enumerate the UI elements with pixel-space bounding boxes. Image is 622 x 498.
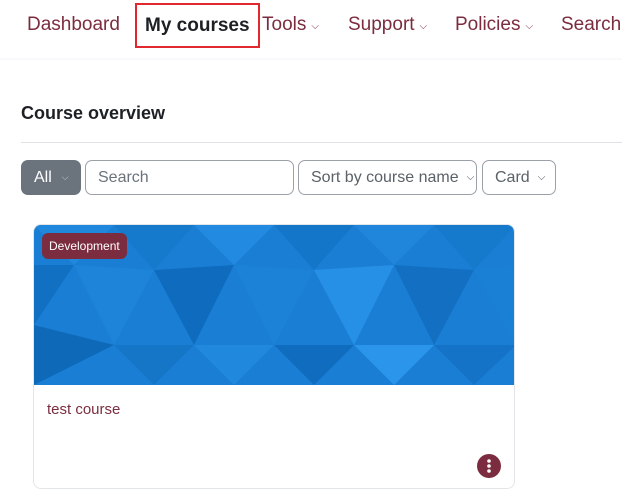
sort-dropdown[interactable]: Sort by course name ⌵ <box>298 160 477 195</box>
view-dropdown[interactable]: Card ⌵ <box>482 160 556 195</box>
course-card[interactable]: Development test course <box>33 224 515 489</box>
course-category-badge: Development <box>42 233 127 259</box>
grouping-filter-dropdown[interactable]: All ⌵ <box>21 160 81 195</box>
chevron-down-icon: ⌵ <box>311 21 319 32</box>
primary-navigation: Dashboard My courses Tools ⌵ Support ⌵ Pol… <box>0 0 622 58</box>
nav-support[interactable]: Support ⌵ <box>348 0 427 50</box>
nav-support-label: Support <box>348 14 415 35</box>
nav-dashboard-label: Dashboard <box>27 14 120 35</box>
chevron-down-icon: ⌵ <box>537 172 546 183</box>
course-search-input[interactable] <box>85 160 294 195</box>
nav-my-courses[interactable]: My courses <box>135 3 260 48</box>
course-overview-block: Course overview All ⌵ Sort by course nam… <box>0 60 622 498</box>
divider <box>21 142 622 143</box>
sort-dropdown-label: Sort by course name <box>311 168 459 186</box>
course-actions-menu-button[interactable] <box>477 454 501 478</box>
nav-search-label: Search <box>561 14 622 35</box>
course-name-link[interactable]: test course <box>47 401 120 418</box>
nav-policies[interactable]: Policies ⌵ <box>455 0 533 50</box>
nav-policies-label: Policies <box>455 14 521 35</box>
chevron-down-icon: ⌵ <box>61 172 69 182</box>
nav-my-courses-label: My courses <box>145 14 250 36</box>
nav-tools-label: Tools <box>262 14 307 35</box>
more-vertical-icon <box>487 459 491 473</box>
chevron-down-icon: ⌵ <box>525 21 534 32</box>
view-dropdown-label: Card <box>495 168 530 186</box>
chevron-down-icon: ⌵ <box>466 172 475 183</box>
chevron-down-icon: ⌵ <box>419 21 428 32</box>
course-overview-title: Course overview <box>21 103 166 123</box>
nav-tools[interactable]: Tools ⌵ <box>262 0 319 50</box>
grouping-filter-label: All <box>34 168 52 186</box>
nav-search[interactable]: Search <box>561 0 621 50</box>
nav-dashboard[interactable]: Dashboard <box>27 0 120 50</box>
